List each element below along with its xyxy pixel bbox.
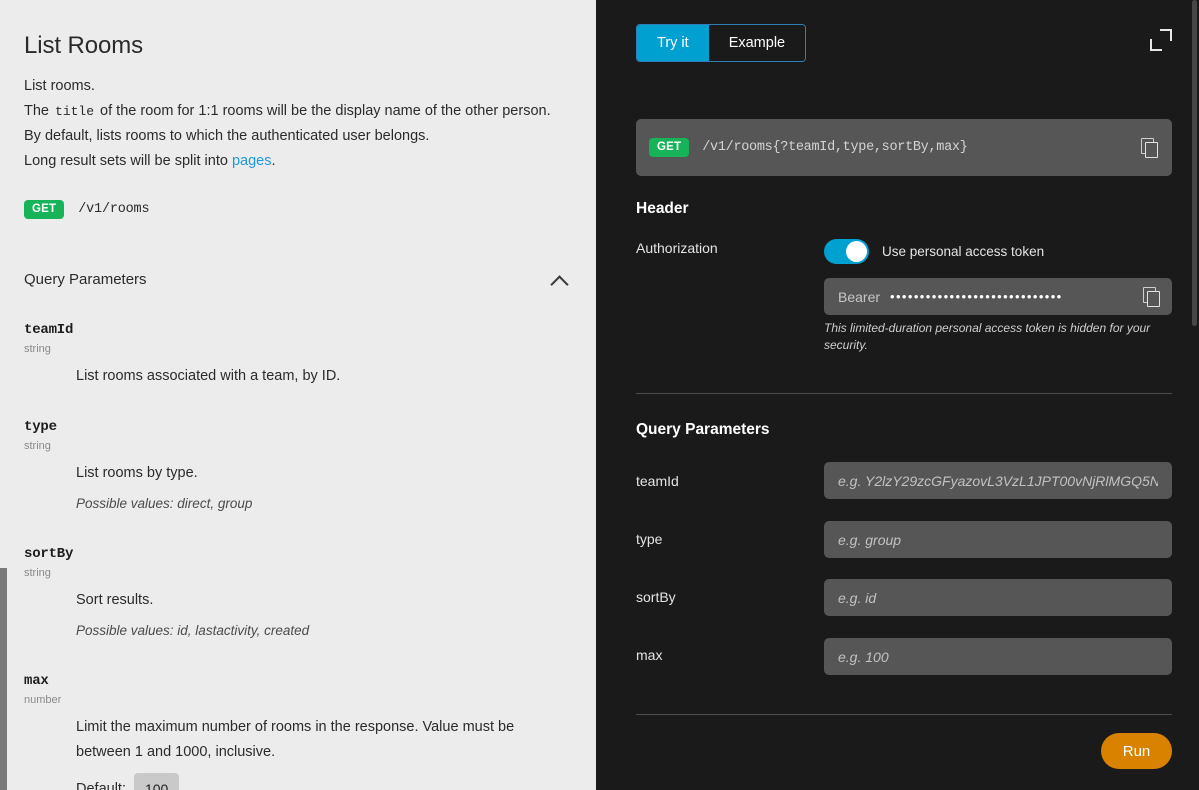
page-title: List Rooms [24,30,572,62]
param-name: teamId [24,322,572,338]
sortby-input[interactable] [824,579,1172,616]
query-parameters-section-header[interactable]: Query Parameters [24,271,572,292]
documentation-panel: List Rooms List rooms. The title of the … [0,0,596,790]
token-prefix-label: Bearer [838,289,880,305]
method-badge-get: GET [649,138,689,157]
param-description: List rooms associated with a team, by ID… [76,364,572,389]
try-panel-scrollbar[interactable] [1192,0,1197,326]
header-section-title: Header [636,200,689,218]
param-description: List rooms by type. [76,461,572,486]
doc-panel-scrollbar[interactable] [0,568,7,790]
section-divider [636,714,1172,715]
param-type-entry: type string List rooms by type. Possible… [24,419,572,516]
field-label-max: max [636,647,662,663]
bearer-token-field[interactable]: Bearer ••••••••••••••••••••••••••••• [824,278,1172,315]
param-name: sortBy [24,546,572,562]
param-description: Sort results. [76,588,572,613]
chevron-up-icon[interactable] [550,273,572,287]
param-description: Limit the maximum number of rooms in the… [76,715,572,765]
endpoint-path: /v1/rooms [78,202,149,217]
tab-example[interactable]: Example [709,25,805,61]
teamid-input[interactable] [824,462,1172,499]
endpoint-summary: GET /v1/rooms [24,200,572,219]
request-url-text: /v1/rooms{?teamId,type,sortBy,max} [702,140,1141,155]
copy-icon[interactable] [1143,287,1160,306]
param-max: max number Limit the maximum number of r… [24,673,572,790]
toggle-label: Use personal access token [882,244,1044,259]
param-body: List rooms by type. Possible values: dir… [76,461,572,516]
request-url-bar[interactable]: GET /v1/rooms{?teamId,type,sortBy,max} [636,119,1172,176]
doc-paragraph-2: The title of the room for 1:1 rooms will… [24,99,572,124]
tab-try-it[interactable]: Try it [637,25,709,61]
pages-link[interactable]: pages [232,153,272,169]
param-body: Sort results. Possible values: id, lasta… [76,588,572,643]
field-label-sortby: sortBy [636,589,676,605]
api-reference-page: List Rooms List rooms. The title of the … [0,0,1199,790]
param-default-value: 100 [134,773,179,790]
param-type: string [24,343,572,355]
param-body: Limit the maximum number of rooms in the… [76,715,572,790]
use-personal-access-token-toggle[interactable] [824,239,869,264]
param-name: max [24,673,572,689]
max-input[interactable] [824,638,1172,675]
run-button[interactable]: Run [1101,733,1172,769]
param-default-label: Default: [76,777,126,790]
toggle-knob [846,241,867,262]
copy-icon[interactable] [1141,138,1158,157]
param-name: type [24,419,572,435]
panel-tabs: Try it Example [636,24,806,62]
inline-code-title: title [53,104,96,119]
doc-paragraph-4-post: . [271,153,275,169]
param-body: List rooms associated with a team, by ID… [76,364,572,389]
doc-paragraph-3: By default, lists rooms to which the aut… [24,124,572,149]
method-badge-get: GET [24,200,64,219]
personal-access-token-toggle-row: Use personal access token [824,239,1044,264]
token-security-note: This limited-duration personal access to… [824,320,1174,354]
param-teamid: teamId string List rooms associated with… [24,322,572,389]
doc-paragraph-1: List rooms. [24,74,572,99]
section-divider [636,393,1172,394]
doc-paragraph-2-post: of the room for 1:1 rooms will be the di… [96,103,551,119]
param-type: string [24,567,572,579]
token-masked-value: ••••••••••••••••••••••••••••• [890,289,1143,304]
field-label-type: type [636,531,662,547]
param-possible-values: Possible values: direct, group [76,492,572,516]
query-parameters-section-title: Query Parameters [24,271,147,288]
doc-paragraph-2-pre: The [24,103,53,119]
type-input[interactable] [824,521,1172,558]
query-parameters-title: Query Parameters [636,421,770,439]
field-label-teamid: teamId [636,473,679,489]
expand-fullscreen-icon[interactable] [1149,28,1173,52]
doc-paragraph-4-pre: Long result sets will be split into [24,153,232,169]
param-sortby: sortBy string Sort results. Possible val… [24,546,572,643]
param-type: string [24,440,572,452]
param-default: Default: 100 [76,773,572,790]
doc-paragraph-4: Long result sets will be split into page… [24,149,572,174]
param-type: number [24,694,572,706]
authorization-label: Authorization [636,240,718,256]
param-possible-values: Possible values: id, lastactivity, creat… [76,619,572,643]
